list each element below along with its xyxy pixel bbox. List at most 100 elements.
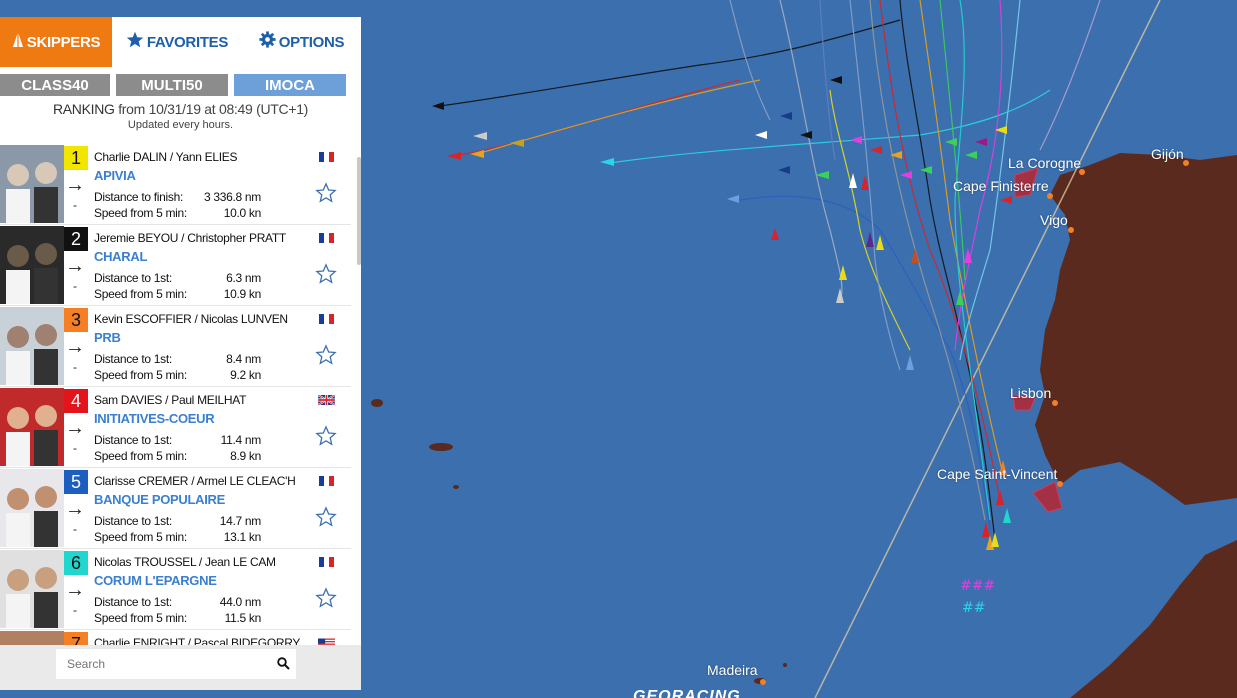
distance-value: 6.3 nm <box>226 271 261 285</box>
distance-value: 3 336.8 nm <box>203 190 261 204</box>
flag-icon <box>318 635 335 645</box>
ranking-label: RANKING <box>52 101 115 117</box>
star-outline-icon[interactable] <box>315 344 337 366</box>
magnifier-icon[interactable] <box>277 657 290 675</box>
boat-name[interactable]: BANQUE POPULAIRE <box>94 492 225 507</box>
svg-text:##: ## <box>962 600 985 616</box>
map-label-cape-saint-vincent: Cape Saint-Vincent <box>937 466 1058 482</box>
distance-metric: Distance to 1st: 14.7 nm <box>94 514 261 528</box>
speed-metric: Speed from 5 min: 11.5 kn <box>94 611 261 625</box>
speed-value: 10.9 kn <box>223 287 262 301</box>
boat-name[interactable]: PRB <box>94 330 121 345</box>
flag-icon <box>318 230 335 243</box>
boat-name[interactable]: APIVIA <box>94 168 136 183</box>
star-icon <box>126 31 144 53</box>
distance-value: 14.7 nm <box>219 514 262 528</box>
skipper-row[interactable]: 2 → - Jeremie BEYOU / Christopher PRATT … <box>0 225 351 306</box>
speed-metric: Speed from 5 min: 13.1 kn <box>94 530 261 544</box>
distance-value: 11.4 nm <box>220 433 262 447</box>
boat-name[interactable]: INITIATIVES-COEUR <box>94 411 215 426</box>
arrow-right-icon: → <box>65 174 85 196</box>
star-outline-icon[interactable] <box>315 506 337 528</box>
skipper-row[interactable]: 3 → - Kevin ESCOFFIER / Nicolas LUNVEN P… <box>0 306 351 387</box>
search-input[interactable] <box>56 649 296 679</box>
distance-metric: Distance to 1st: 6.3 nm <box>94 271 261 285</box>
arrow-right-icon: → <box>65 255 85 277</box>
skipper-photo <box>0 307 64 385</box>
boat-name[interactable]: CORUM L'EPARGNE <box>94 573 217 588</box>
land-iberia <box>1035 153 1237 505</box>
trend-dash: - <box>73 198 77 212</box>
skipper-photo <box>0 631 64 645</box>
class-button-class40[interactable]: CLASS40 <box>0 74 110 96</box>
class-button-multi50[interactable]: MULTI50 <box>116 74 228 96</box>
rank-badge: 6 <box>64 551 88 575</box>
sail-icon <box>12 31 24 53</box>
skipper-names: Jeremie BEYOU / Christopher PRATT <box>94 231 286 245</box>
tab-skippers-label: SKIPPERS <box>26 33 101 51</box>
skipper-photo <box>0 469 64 547</box>
skippers-panel: SKIPPERS FAVORITES OPTIONS CLASS40 MULTI… <box>0 17 361 690</box>
speed-metric: Speed from 5 min: 8.9 kn <box>94 449 261 463</box>
map-label-vigo: Vigo <box>1040 212 1068 228</box>
flag-icon <box>318 473 335 486</box>
trend-dash: - <box>73 360 77 374</box>
map-label-la-corogne: La Corogne <box>1008 155 1082 171</box>
rank-badge: 5 <box>64 470 88 494</box>
skipper-names: Charlie ENRIGHT / Pascal BIDEGORRY <box>94 636 301 645</box>
speed-metric: Speed from 5 min: 10.0 kn <box>94 206 261 220</box>
tab-favorites-label: FAVORITES <box>146 33 229 51</box>
tab-skippers[interactable]: SKIPPERS <box>0 17 112 67</box>
skipper-row[interactable]: 6 → - Nicolas TROUSSEL / Jean LE CAM COR… <box>0 549 351 630</box>
speed-value: 10.0 kn <box>223 206 262 220</box>
skipper-names: Nicolas TROUSSEL / Jean LE CAM <box>94 555 276 569</box>
star-outline-icon[interactable] <box>315 182 337 204</box>
flag-icon <box>318 554 335 567</box>
list-scrollbar[interactable] <box>357 157 361 265</box>
arrow-right-icon: → <box>65 336 85 358</box>
flag-icon <box>318 311 335 324</box>
ranking-updated: Updated every hours. <box>127 119 234 131</box>
skipper-list[interactable]: 1 → - Charlie DALIN / Yann ELIES APIVIA … <box>0 144 351 645</box>
trend-dash: - <box>73 279 77 293</box>
map-label-cape-finisterre: Cape Finisterre <box>953 178 1049 194</box>
class-button-imoca[interactable]: IMOCA <box>234 74 346 96</box>
distance-metric: Distance to 1st: 8.4 nm <box>94 352 261 366</box>
skipper-row[interactable]: 4 → - Sam DAVIES / Paul MEILHAT INITIATI… <box>0 387 351 468</box>
distance-value: 8.4 nm <box>226 352 261 366</box>
speed-metric: Speed from 5 min: 10.9 kn <box>94 287 261 301</box>
rank-badge: 4 <box>64 389 88 413</box>
speed-value: 9.2 kn <box>230 368 261 382</box>
arrow-right-icon: → <box>65 579 85 601</box>
rank-badge: 3 <box>64 308 88 332</box>
skipper-row[interactable]: 1 → - Charlie DALIN / Yann ELIES APIVIA … <box>0 144 351 225</box>
trend-dash: - <box>73 441 77 455</box>
skipper-names: Sam DAVIES / Paul MEILHAT <box>94 393 247 407</box>
speed-value: 11.5 kn <box>224 611 262 625</box>
class-selector: CLASS40 MULTI50 IMOCA <box>0 74 361 96</box>
skipper-row[interactable]: 7 → - Charlie ENRIGHT / Pascal BIDEGORRY <box>0 630 351 645</box>
rank-badge: 1 <box>64 146 88 170</box>
skipper-photo <box>0 388 64 466</box>
star-outline-icon[interactable] <box>315 263 337 285</box>
star-outline-icon[interactable] <box>315 587 337 609</box>
trend-dash: - <box>73 522 77 536</box>
ranking-from: from 10/31/19 at 08:49 (UTC+1) <box>118 101 309 117</box>
boat-name[interactable]: CHARAL <box>94 249 147 264</box>
skipper-photo <box>0 226 64 304</box>
svg-text:###: ### <box>960 578 995 594</box>
skipper-row[interactable]: 5 → - Clarisse CREMER / Armel LE CLEAC'H… <box>0 468 351 549</box>
speed-value: 8.9 kn <box>230 449 261 463</box>
tab-options[interactable]: OPTIONS <box>242 17 361 67</box>
distance-metric: Distance to 1st: 44.0 nm <box>94 595 261 609</box>
ranking-header: RANKING from 10/31/19 at 08:49 (UTC+1) <box>0 101 361 117</box>
tab-favorites[interactable]: FAVORITES <box>112 17 242 67</box>
gear-icon <box>259 31 276 53</box>
map-label-madeira: Madeira <box>707 662 758 678</box>
distance-metric: Distance to finish: 3 336.8 nm <box>94 190 261 204</box>
skipper-names: Clarisse CREMER / Armel LE CLEAC'H <box>94 474 296 488</box>
arrow-right-icon: → <box>65 498 85 520</box>
tab-options-label: OPTIONS <box>278 33 345 51</box>
arrow-right-icon: → <box>65 417 85 439</box>
star-outline-icon[interactable] <box>315 425 337 447</box>
